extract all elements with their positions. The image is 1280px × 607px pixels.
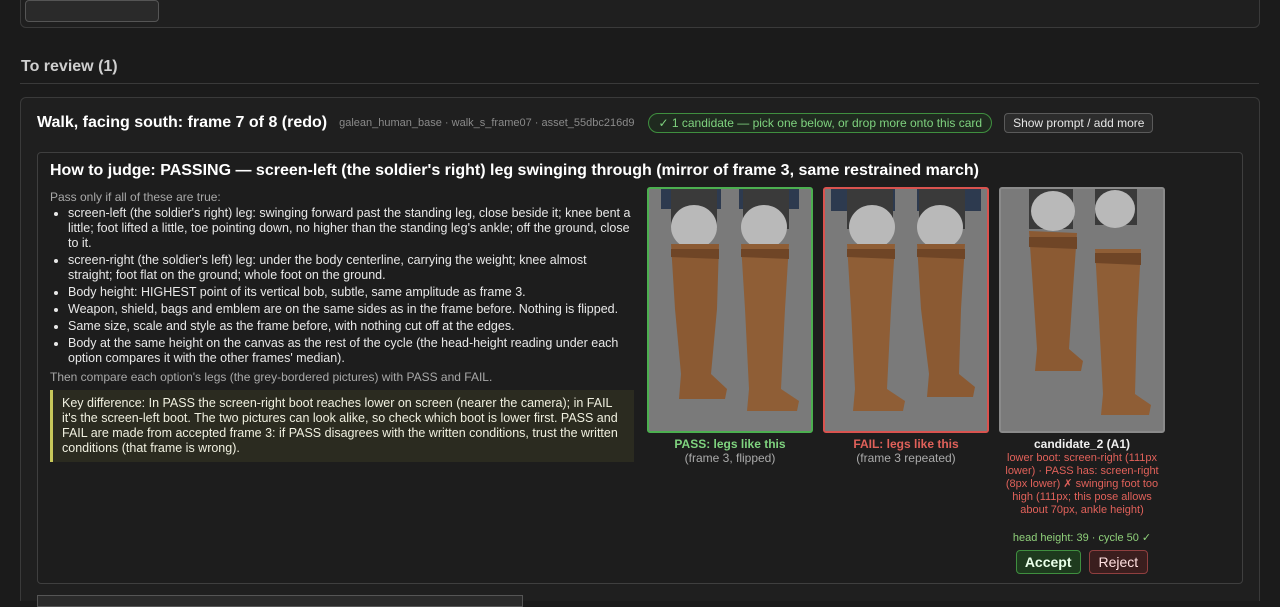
pass-option: PASS: legs like this (frame 3, flipped) bbox=[647, 187, 813, 465]
fail-image[interactable] bbox=[823, 187, 989, 433]
candidate-label: candidate_2 (A1) bbox=[1033, 437, 1131, 451]
judge-panel: How to judge: PASSING — screen-left (the… bbox=[37, 152, 1243, 584]
next-card-stub bbox=[37, 595, 523, 607]
pass-image[interactable] bbox=[647, 187, 813, 433]
accept-button[interactable]: Accept bbox=[1015, 550, 1081, 574]
previous-card-button[interactable] bbox=[25, 0, 159, 22]
criteria-item: screen-left (the soldier's right) leg: s… bbox=[68, 206, 634, 251]
head-height-readout: head height: 39 · cycle 50 ✓ bbox=[1012, 532, 1152, 544]
criteria-item: Same size, scale and style as the frame … bbox=[68, 319, 634, 334]
show-prompt-button[interactable]: Show prompt / add more bbox=[1004, 113, 1154, 133]
pass-label: PASS: legs like this bbox=[674, 437, 786, 451]
criteria-item: Body height: HIGHEST point of its vertic… bbox=[68, 285, 634, 300]
fail-sub: (frame 3 repeated) bbox=[856, 451, 956, 465]
section-title: To review (1) bbox=[21, 58, 118, 75]
boot-legs-image bbox=[1001, 189, 1163, 431]
review-card: Walk, facing south: frame 7 of 8 (redo) … bbox=[20, 97, 1260, 601]
candidate-footer: head height: 39 · cycle 50 ✓ Accept Reje… bbox=[999, 531, 1165, 574]
card-title: Walk, facing south: frame 7 of 8 (redo) bbox=[37, 114, 328, 131]
fail-label: FAIL: legs like this bbox=[853, 437, 959, 451]
criteria-item: screen-right (the soldier's left) leg: u… bbox=[68, 253, 634, 283]
key-difference-note: Key difference: In PASS the screen-right… bbox=[50, 390, 634, 462]
boot-legs-image bbox=[649, 189, 811, 431]
fail-option: FAIL: legs like this (frame 3 repeated) bbox=[823, 187, 989, 465]
candidate-image[interactable] bbox=[999, 187, 1165, 433]
criteria-intro: Pass only if all of these are true: bbox=[50, 190, 221, 204]
criteria-list: screen-left (the soldier's right) leg: s… bbox=[50, 206, 634, 366]
criteria-block: Pass only if all of these are true: scre… bbox=[50, 190, 634, 462]
previous-card bbox=[20, 0, 1260, 28]
candidate-badge[interactable]: ✓ 1 candidate — pick one below, or drop … bbox=[648, 113, 993, 133]
candidate-actions: Accept Reject bbox=[999, 550, 1165, 574]
boot-legs-image bbox=[825, 189, 987, 431]
criteria-item: Body at the same height on the canvas as… bbox=[68, 336, 634, 366]
card-meta: galean_human_base · walk_s_frame07 · ass… bbox=[339, 117, 635, 129]
section-divider bbox=[20, 83, 1259, 84]
judge-title: How to judge: PASSING — screen-left (the… bbox=[50, 162, 979, 179]
reject-button[interactable]: Reject bbox=[1088, 550, 1149, 574]
criteria-after: Then compare each option's legs (the gre… bbox=[50, 370, 493, 384]
candidate-note: lower boot: screen-right (111px lower) ·… bbox=[1005, 452, 1159, 516]
card-header: Walk, facing south: frame 7 of 8 (redo) … bbox=[37, 112, 1243, 134]
pass-sub: (frame 3, flipped) bbox=[684, 451, 776, 465]
criteria-item: Weapon, shield, bags and emblem are on t… bbox=[68, 302, 634, 317]
candidate-option: candidate_2 (A1) lower boot: screen-righ… bbox=[999, 187, 1165, 517]
